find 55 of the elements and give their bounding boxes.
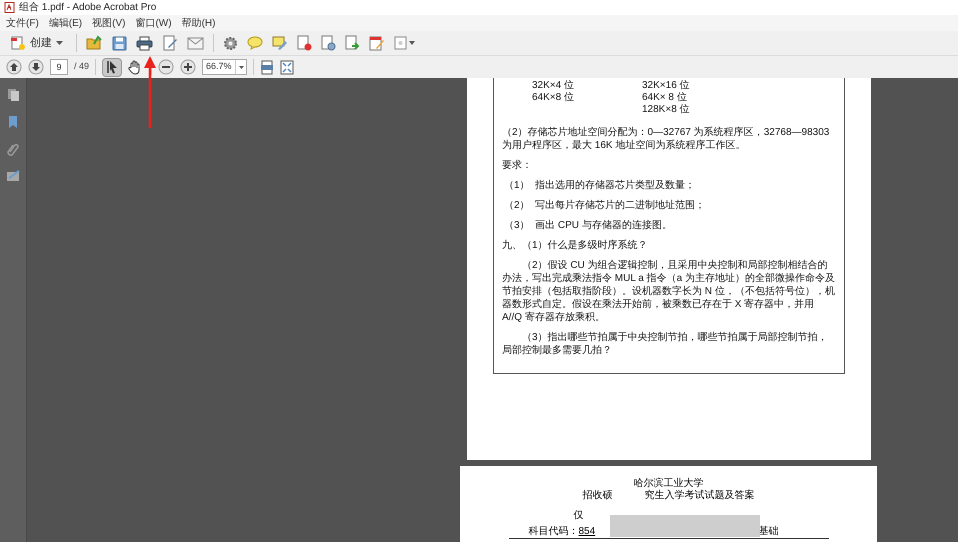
page-number-field[interactable]: 9: [50, 59, 68, 75]
subject-name-text: 基础: [758, 526, 778, 538]
open-folder-icon[interactable]: [86, 35, 103, 51]
exam-note-text: 仅: [574, 510, 584, 521]
table-cell-text: 32K×4 位: [532, 80, 575, 92]
select-tool-button[interactable]: [102, 58, 122, 76]
list-item-text: （1） 指出选用的存储器芯片类型及数量；: [503, 179, 696, 192]
exam-title-text: 究生入学考试试题及答案: [644, 490, 754, 502]
form-edit-icon[interactable]: [369, 35, 385, 51]
table-cell-text: 32K×16 位: [642, 80, 691, 92]
caret-icon: [56, 41, 63, 45]
menu-item[interactable]: 文件(F): [4, 16, 41, 30]
list-item-text: （3） 画出 CPU 与存储器的连接图。: [503, 219, 673, 232]
fit-page-icon[interactable]: [280, 60, 294, 74]
menu-item[interactable]: 帮助(H): [180, 16, 218, 30]
pages-icon[interactable]: [6, 88, 20, 102]
menu-item[interactable]: 编辑(E): [46, 16, 84, 30]
previous-page-icon[interactable]: [6, 59, 22, 75]
paragraph-text: 九、（1）什么是多级时序系统？: [502, 239, 649, 252]
fit-width-icon[interactable]: [260, 60, 274, 74]
dropdown-tool-icon[interactable]: [394, 36, 415, 50]
highlight-icon[interactable]: [272, 36, 288, 50]
new-document-icon: [10, 35, 26, 51]
zoom-out-icon[interactable]: [158, 59, 174, 75]
create-button[interactable]: 创建: [6, 33, 67, 53]
subject-code: 854: [578, 526, 596, 538]
edit-document-icon[interactable]: [162, 35, 178, 51]
next-page-icon[interactable]: [28, 59, 44, 75]
save-icon[interactable]: [112, 36, 127, 50]
table-cell-text: 64K×8 位: [532, 92, 575, 104]
paragraph-text: （3）指出哪些节拍属于中央控制节拍，哪些节拍属于局部控制节拍，局部控制最多需要几拍？: [502, 331, 829, 357]
arrow-annotation: [144, 56, 156, 128]
university-heading: 哈尔滨工业大学: [634, 478, 704, 490]
list-item-text: （2） 写出每片存储芯片的二进制地址范围；: [503, 199, 706, 212]
zoom-dropdown[interactable]: 66.7%: [202, 59, 248, 75]
caret-icon: [238, 66, 244, 68]
paragraph-text: （2）假设 CU 为组合逻辑控制，且采用中央控制和局部控制相结合的办法，写出完成乘法指令 MUL a 指令（a 为主存地址）的全部微操作命令及节拍安排（包括取指阶段）。设机器数字长为 N 位，（不包括符号位），机器数形式自定。假设在乘法开始前，被乘数已存在于 X 寄存器中，并用 A//Q 寄存器存放乘积。: [502, 259, 836, 324]
email-icon[interactable]: [187, 36, 204, 50]
paperclip-icon[interactable]: [7, 142, 19, 157]
exam-title-text: 招收硕: [582, 490, 612, 502]
table-cell-text: 128K×8 位: [642, 104, 691, 116]
menu-item[interactable]: 视图(V): [90, 16, 128, 30]
page-total: / 49: [74, 60, 90, 74]
menu-item[interactable]: 窗口(W): [133, 16, 174, 30]
table-cell-text: 64K× 8 位: [642, 92, 688, 104]
paragraph-text: （2）存储芯片地址空间分配为：0—32767 为系统程序区，32768—98303 为用户程序区，最大 16K 地址空间为系统程序工作区。: [502, 126, 830, 152]
paragraph-text: 要求：: [502, 159, 533, 172]
cursor-arrow-icon: [106, 60, 118, 74]
zoom-in-icon[interactable]: [180, 59, 196, 75]
subject-code-label: 科目代码：: [528, 526, 578, 538]
hand-icon: [128, 60, 142, 74]
print-icon[interactable]: [136, 36, 153, 50]
gear-icon[interactable]: [223, 36, 238, 50]
document-export-icon[interactable]: [345, 35, 360, 51]
window-title: 组合 1.pdf - Adobe Acrobat Pro: [19, 1, 156, 15]
